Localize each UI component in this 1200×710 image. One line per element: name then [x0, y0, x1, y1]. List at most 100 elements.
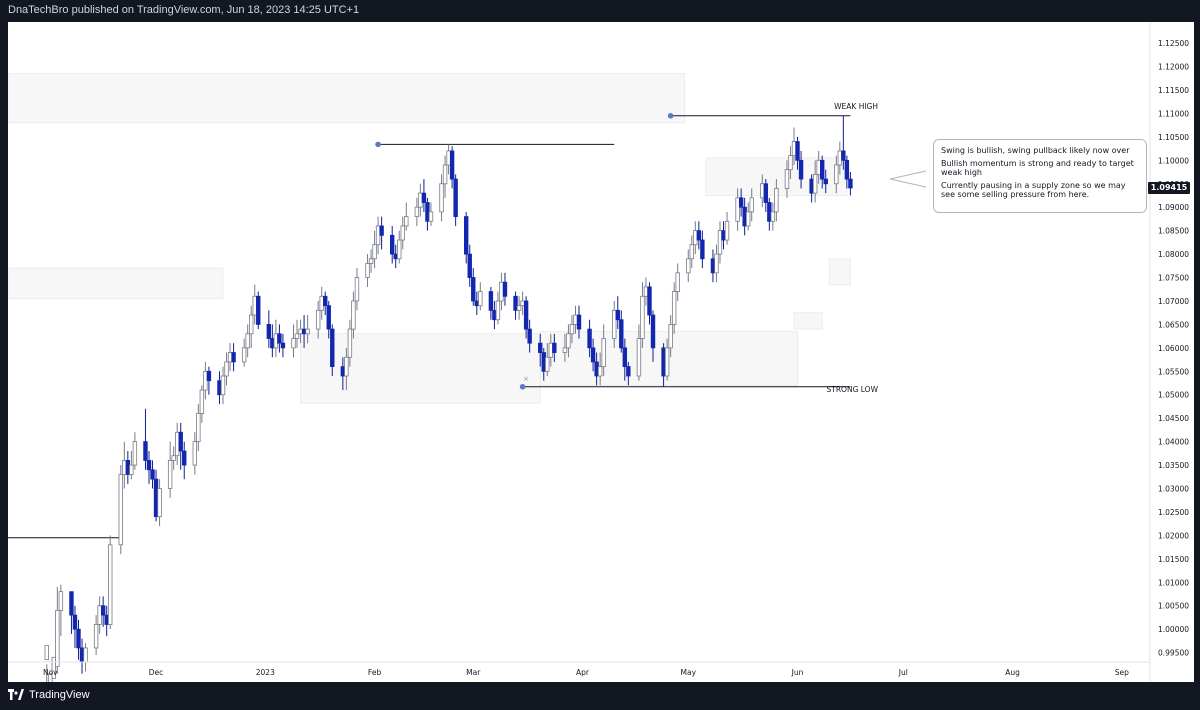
candle-bullish: [834, 164, 839, 185]
price-tick-label: 1.11500: [1158, 86, 1189, 95]
candle-bullish: [157, 488, 162, 518]
candle-bearish: [178, 431, 183, 452]
candle-bearish: [738, 197, 744, 208]
candle-bullish: [569, 324, 575, 335]
candle-bullish: [291, 338, 296, 349]
candle-bullish: [245, 333, 250, 349]
candle-bullish: [548, 342, 554, 358]
candle-bullish: [724, 220, 730, 241]
cross-mark: ×: [523, 375, 529, 383]
price-tick-label: 1.05500: [1158, 367, 1189, 376]
candle-bullish: [816, 159, 821, 175]
candle-bearish: [231, 352, 236, 363]
analysis-callout[interactable]: Swing is bullish, swing pullback likely …: [933, 139, 1147, 213]
supply-demand-zone: [8, 267, 224, 300]
candle-bearish: [552, 342, 557, 353]
publish-header: DnaTechBro published on TradingView.com,…: [0, 0, 1200, 22]
candle-bullish: [760, 183, 765, 199]
price-tick-label: 1.01500: [1158, 555, 1189, 564]
candle-bullish: [612, 309, 617, 339]
candlestick-chart[interactable]: 0.99500 1.00000 1.00500 1.01000 1.01500 1.020…: [8, 22, 1194, 682]
time-tick-label: May: [681, 668, 697, 677]
price-tick-label: 1.05000: [1158, 391, 1189, 400]
price-axis: 0.99500 1.00000 1.00500 1.01000 1.01500 1.020…: [1158, 39, 1189, 658]
candle-bearish: [467, 253, 472, 278]
candle-bullish: [252, 295, 257, 316]
candle-bullish: [597, 366, 603, 377]
candle-bearish: [615, 309, 620, 321]
candle-bullish: [196, 413, 201, 443]
candle-bullish: [745, 211, 751, 227]
candle-bullish: [132, 441, 138, 466]
supply-demand-zone: [828, 258, 851, 286]
candle-bearish: [576, 314, 582, 330]
price-tick-label: 1.10500: [1158, 133, 1189, 142]
price-tick-label: 1.00000: [1158, 625, 1189, 634]
time-tick-label: Jul: [898, 668, 908, 677]
candle-bearish: [389, 234, 395, 255]
candle-bearish: [622, 347, 628, 368]
price-tick-label: 1.08500: [1158, 227, 1189, 236]
candle-bearish: [844, 159, 850, 180]
time-tick-label: Aug: [1005, 668, 1020, 677]
candle-bullish: [174, 431, 180, 457]
candle-bullish: [365, 263, 370, 278]
candle-bullish: [418, 192, 423, 208]
price-tick-label: 1.03000: [1158, 485, 1189, 494]
candle-bearish: [143, 441, 148, 461]
candle-bullish: [640, 295, 645, 339]
candle-bullish: [83, 647, 88, 663]
candle-bullish: [171, 455, 176, 461]
candle-bearish: [527, 328, 532, 344]
candle-bearish: [820, 159, 825, 180]
price-tick-label: 1.06000: [1158, 344, 1189, 353]
candle-bearish: [449, 150, 455, 180]
tradingview-brand[interactable]: TradingView: [8, 689, 90, 701]
supply-demand-zone: [793, 312, 823, 330]
candle-bearish: [647, 286, 652, 316]
candle-bullish: [442, 164, 448, 185]
candle-bullish: [118, 474, 123, 546]
candle-bearish: [379, 225, 384, 236]
candle-bearish: [721, 230, 726, 241]
candle-bullish: [199, 389, 205, 414]
candle-bullish: [192, 441, 198, 466]
candle-bullish: [689, 244, 694, 260]
time-tick-label: Mar: [466, 668, 481, 677]
price-tick-label: 1.07000: [1158, 297, 1189, 306]
swing-point-marker: [519, 383, 526, 390]
candle-bearish: [340, 366, 346, 377]
candle-bearish: [742, 206, 747, 227]
callout-line-1: Swing is bullish, swing pullback likely …: [941, 146, 1130, 155]
candle-bearish: [710, 258, 716, 274]
candle-bearish: [619, 319, 624, 349]
candle-bearish: [280, 342, 286, 349]
chart-panel[interactable]: 0.99500 1.00000 1.00500 1.01000 1.01500 1.020…: [8, 22, 1194, 682]
candle-bearish: [696, 230, 702, 241]
candle-bullish: [315, 309, 321, 330]
candle-bullish: [601, 338, 606, 368]
candle-bullish: [58, 591, 64, 611]
candle-bearish: [153, 478, 159, 518]
candle-bullish: [108, 544, 113, 625]
candle-bullish: [516, 305, 522, 311]
candle-bearish: [587, 328, 592, 349]
candle-bullish: [249, 314, 254, 335]
candle-bullish: [520, 300, 525, 307]
candle-bearish: [700, 239, 705, 260]
candle-bullish: [717, 230, 723, 255]
candle-bearish: [270, 338, 275, 349]
candle-bearish: [471, 277, 476, 302]
candle-bullish: [774, 188, 779, 213]
candle-bearish: [809, 178, 814, 194]
candle-bearish: [661, 347, 666, 377]
callout-pointer: [889, 170, 927, 188]
candle-bullish: [220, 375, 226, 396]
price-tick-label: 1.06500: [1158, 320, 1189, 329]
candle-bullish: [368, 258, 374, 264]
candle-bearish: [79, 647, 85, 663]
time-tick-label: Feb: [368, 668, 382, 677]
candle-bullish: [354, 277, 360, 302]
candle-bearish: [76, 628, 81, 649]
candle-bearish: [650, 314, 656, 349]
